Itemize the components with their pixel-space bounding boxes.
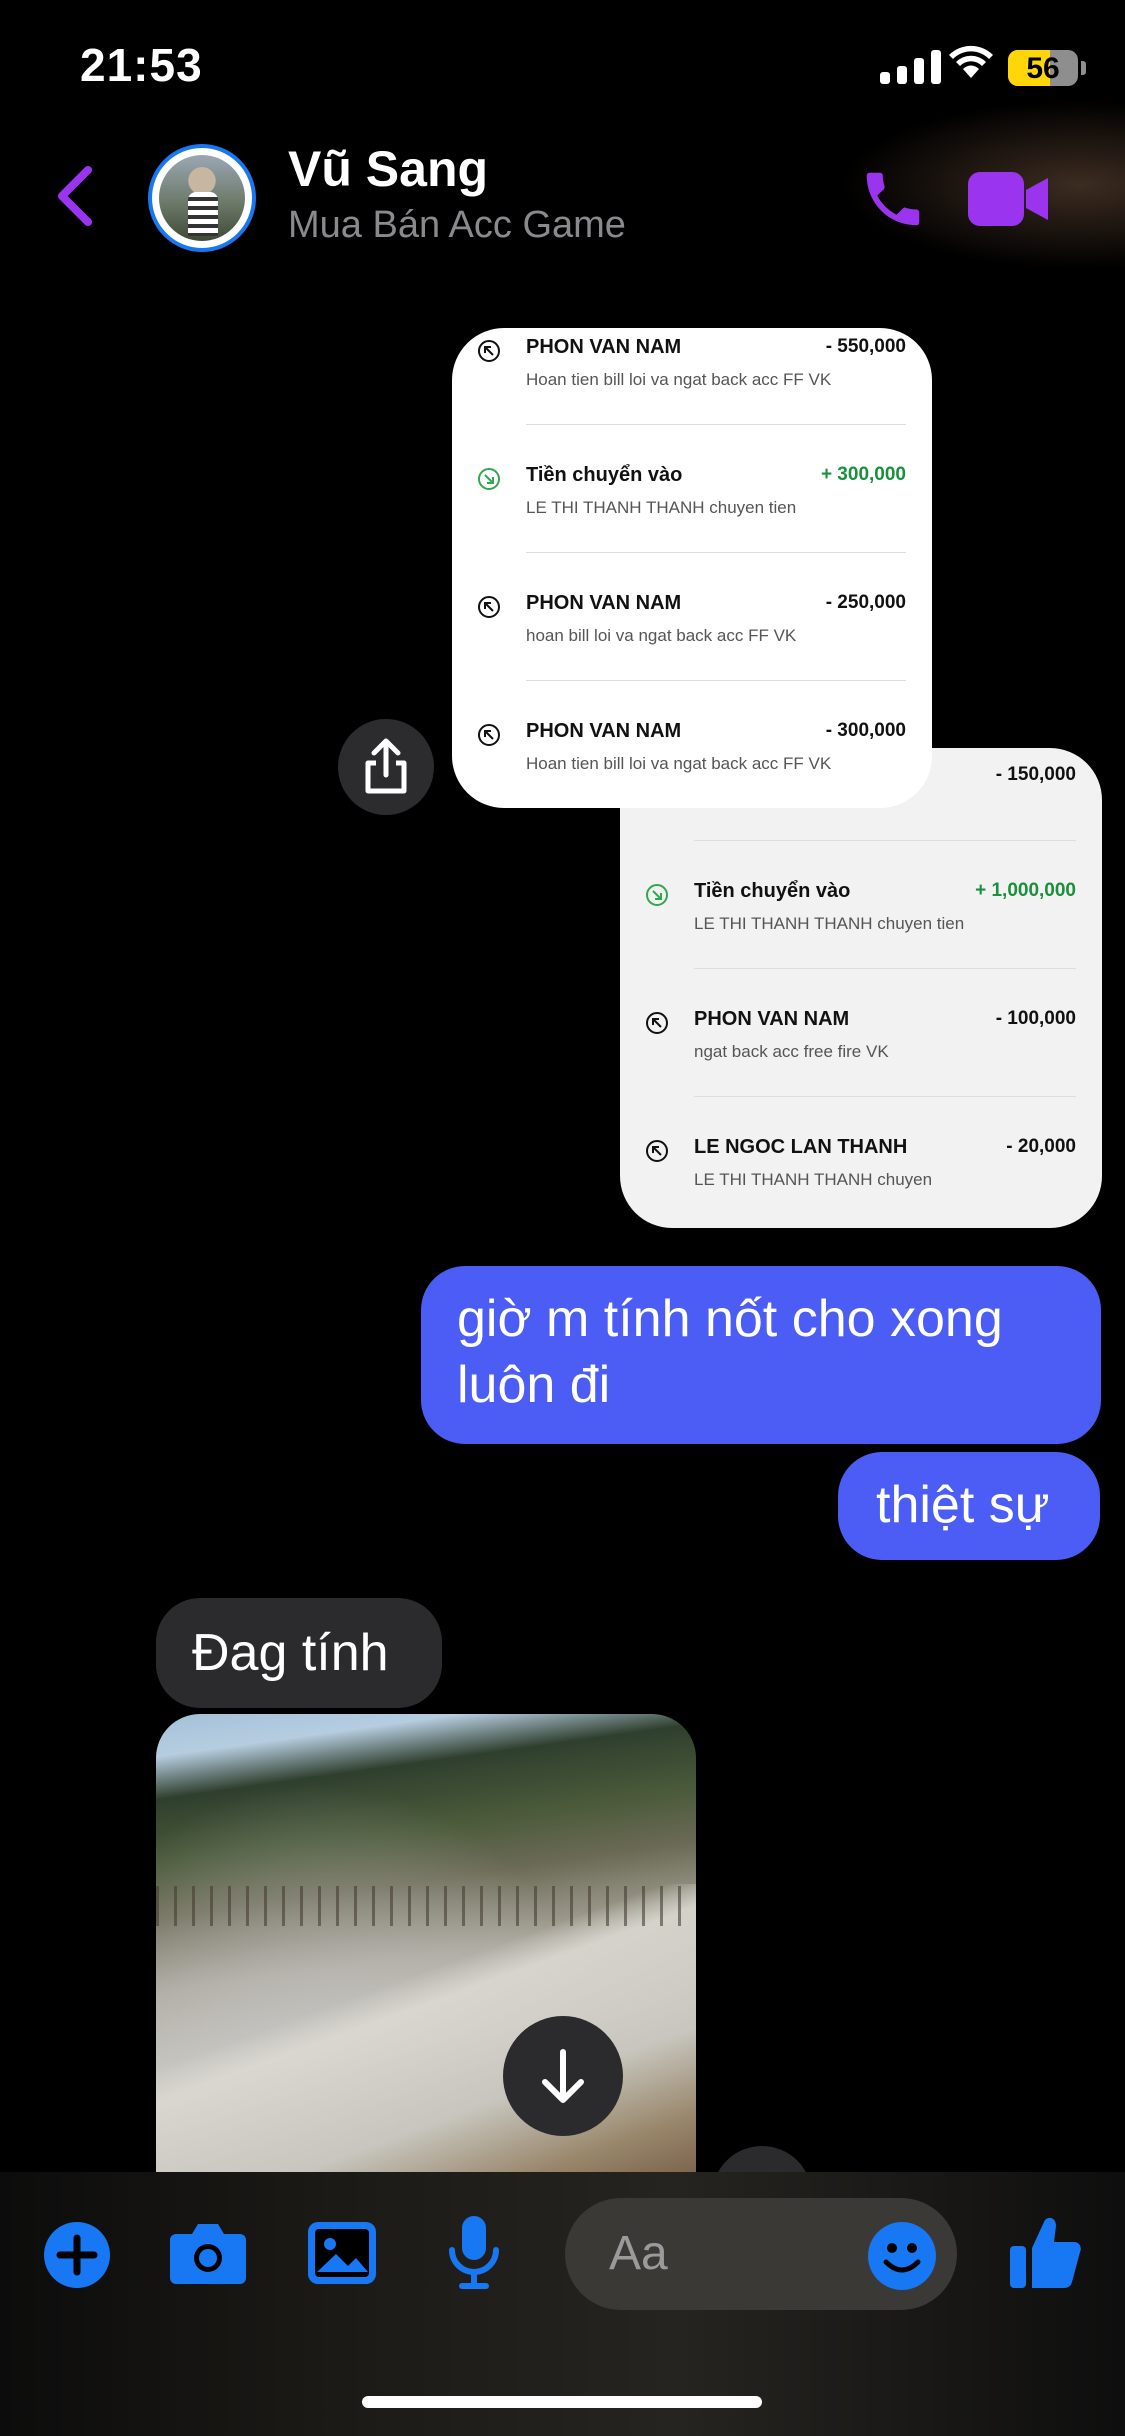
gallery-icon[interactable] [308,2222,376,2289]
transaction-amount: - 250,000 [825,592,906,613]
photo-fence [156,1886,696,1926]
transaction-desc: hoan bill loi va ngat back acc FF VK [526,626,797,645]
shared-image-statement-1[interactable]: PHON VAN NAM - 550,000 Hoan tien bill lo… [452,328,932,808]
message-input-placeholder: Aa [609,2227,668,2280]
transaction-desc: LE THI THANH THANH chuyen tien [526,498,797,517]
arrow-down-icon [542,2049,584,2103]
outgoing-arrow-icon [478,596,500,618]
incoming-message[interactable]: Đag tính [156,1598,442,1708]
plus-button[interactable] [44,2222,110,2288]
transaction-row: PHON VAN NAM - 100,000 ngat back acc fre… [620,1000,1102,1128]
battery-level: 56 [1026,52,1060,85]
share-icon [365,738,407,794]
transaction-row: PHON VAN NAM - 300,000 Hoan tien bill lo… [452,712,932,808]
shared-image-statement-2[interactable]: - 150,000 Tiền chuyển vào + 1,000,000 LE… [620,748,1102,1228]
transaction-amount: - 300,000 [825,720,906,741]
smiley-icon [883,2243,921,2273]
status-time: 21:53 [80,39,203,91]
wifi-icon [948,44,994,85]
transaction-amount: - 20,000 [1006,1136,1076,1157]
transaction-amount: + 1,000,000 [975,880,1076,901]
divider [526,680,906,681]
video-call-icon[interactable] [968,170,1050,233]
back-chevron-icon[interactable] [52,164,96,233]
transaction-title: LE NGOC LAN THANH [694,1136,908,1158]
transaction-desc: LE THI THANH THANH chuyen [694,1170,933,1189]
transaction-row: PHON VAN NAM - 250,000 hoan bill loi va … [452,584,932,712]
transaction-row: Tiền chuyển vào + 300,000 LE THI THANH T… [452,456,932,584]
transaction-row: Tiền chuyển vào + 1,000,000 LE THI THANH… [620,872,1102,1000]
transaction-amount: - 100,000 [995,1008,1076,1029]
transaction-row: LE NGOC LAN THANH - 20,000 LE THI THANH … [620,1128,1102,1228]
thumbs-up-icon[interactable] [1010,2214,1082,2295]
divider [694,1096,1076,1097]
transaction-desc: Hoan tien bill loi va ngat back acc FF V… [526,754,832,773]
transaction-desc: Hoan tien bill loi va ngat back acc FF V… [526,370,832,389]
contact-name[interactable]: Vũ Sang [288,140,488,198]
microphone-icon[interactable] [446,2216,502,2295]
outgoing-arrow-icon [478,724,500,746]
emoji-button[interactable] [868,2222,936,2290]
transaction-desc: ngat back acc free fire VK [694,1042,889,1061]
cellular-signal-icon [880,50,941,84]
transaction-amount: - 550,000 [825,336,906,357]
transaction-title: PHON VAN NAM [694,1008,850,1030]
incoming-arrow-icon [478,468,500,490]
home-indicator [362,2396,762,2408]
outgoing-arrow-icon [646,1012,668,1034]
plus-icon [56,2234,98,2276]
divider [526,552,906,553]
share-button[interactable] [338,719,434,815]
divider [694,840,1076,841]
contact-subtitle: Mua Bán Acc Game [288,204,626,246]
transaction-amount: + 300,000 [820,464,906,485]
outgoing-arrow-icon [646,1140,668,1162]
scroll-to-bottom-button[interactable] [503,2016,623,2136]
transaction-desc: LE THI THANH THANH chuyen tien [694,914,965,933]
divider [526,424,906,425]
transaction-title: Tiền chuyển vào [694,880,851,902]
battery-icon: 56 [1008,50,1078,86]
contact-avatar[interactable] [148,144,256,252]
outgoing-message[interactable]: giờ m tính nốt cho xong luôn đi [421,1266,1101,1444]
incoming-arrow-icon [646,884,668,906]
camera-icon[interactable] [170,2218,246,2289]
transaction-title: PHON VAN NAM [526,336,682,358]
outgoing-message[interactable]: thiệt sự [838,1452,1100,1560]
voice-call-icon[interactable] [858,164,928,239]
transaction-title: Tiền chuyển vào [526,464,683,486]
transaction-title: PHON VAN NAM [526,592,682,614]
transaction-title: PHON VAN NAM [526,720,682,742]
outgoing-arrow-icon [478,340,500,362]
divider [694,968,1076,969]
transaction-amount: - 150,000 [995,764,1076,785]
transaction-row: PHON VAN NAM - 550,000 Hoan tien bill lo… [452,328,932,456]
battery-cap [1081,61,1086,75]
